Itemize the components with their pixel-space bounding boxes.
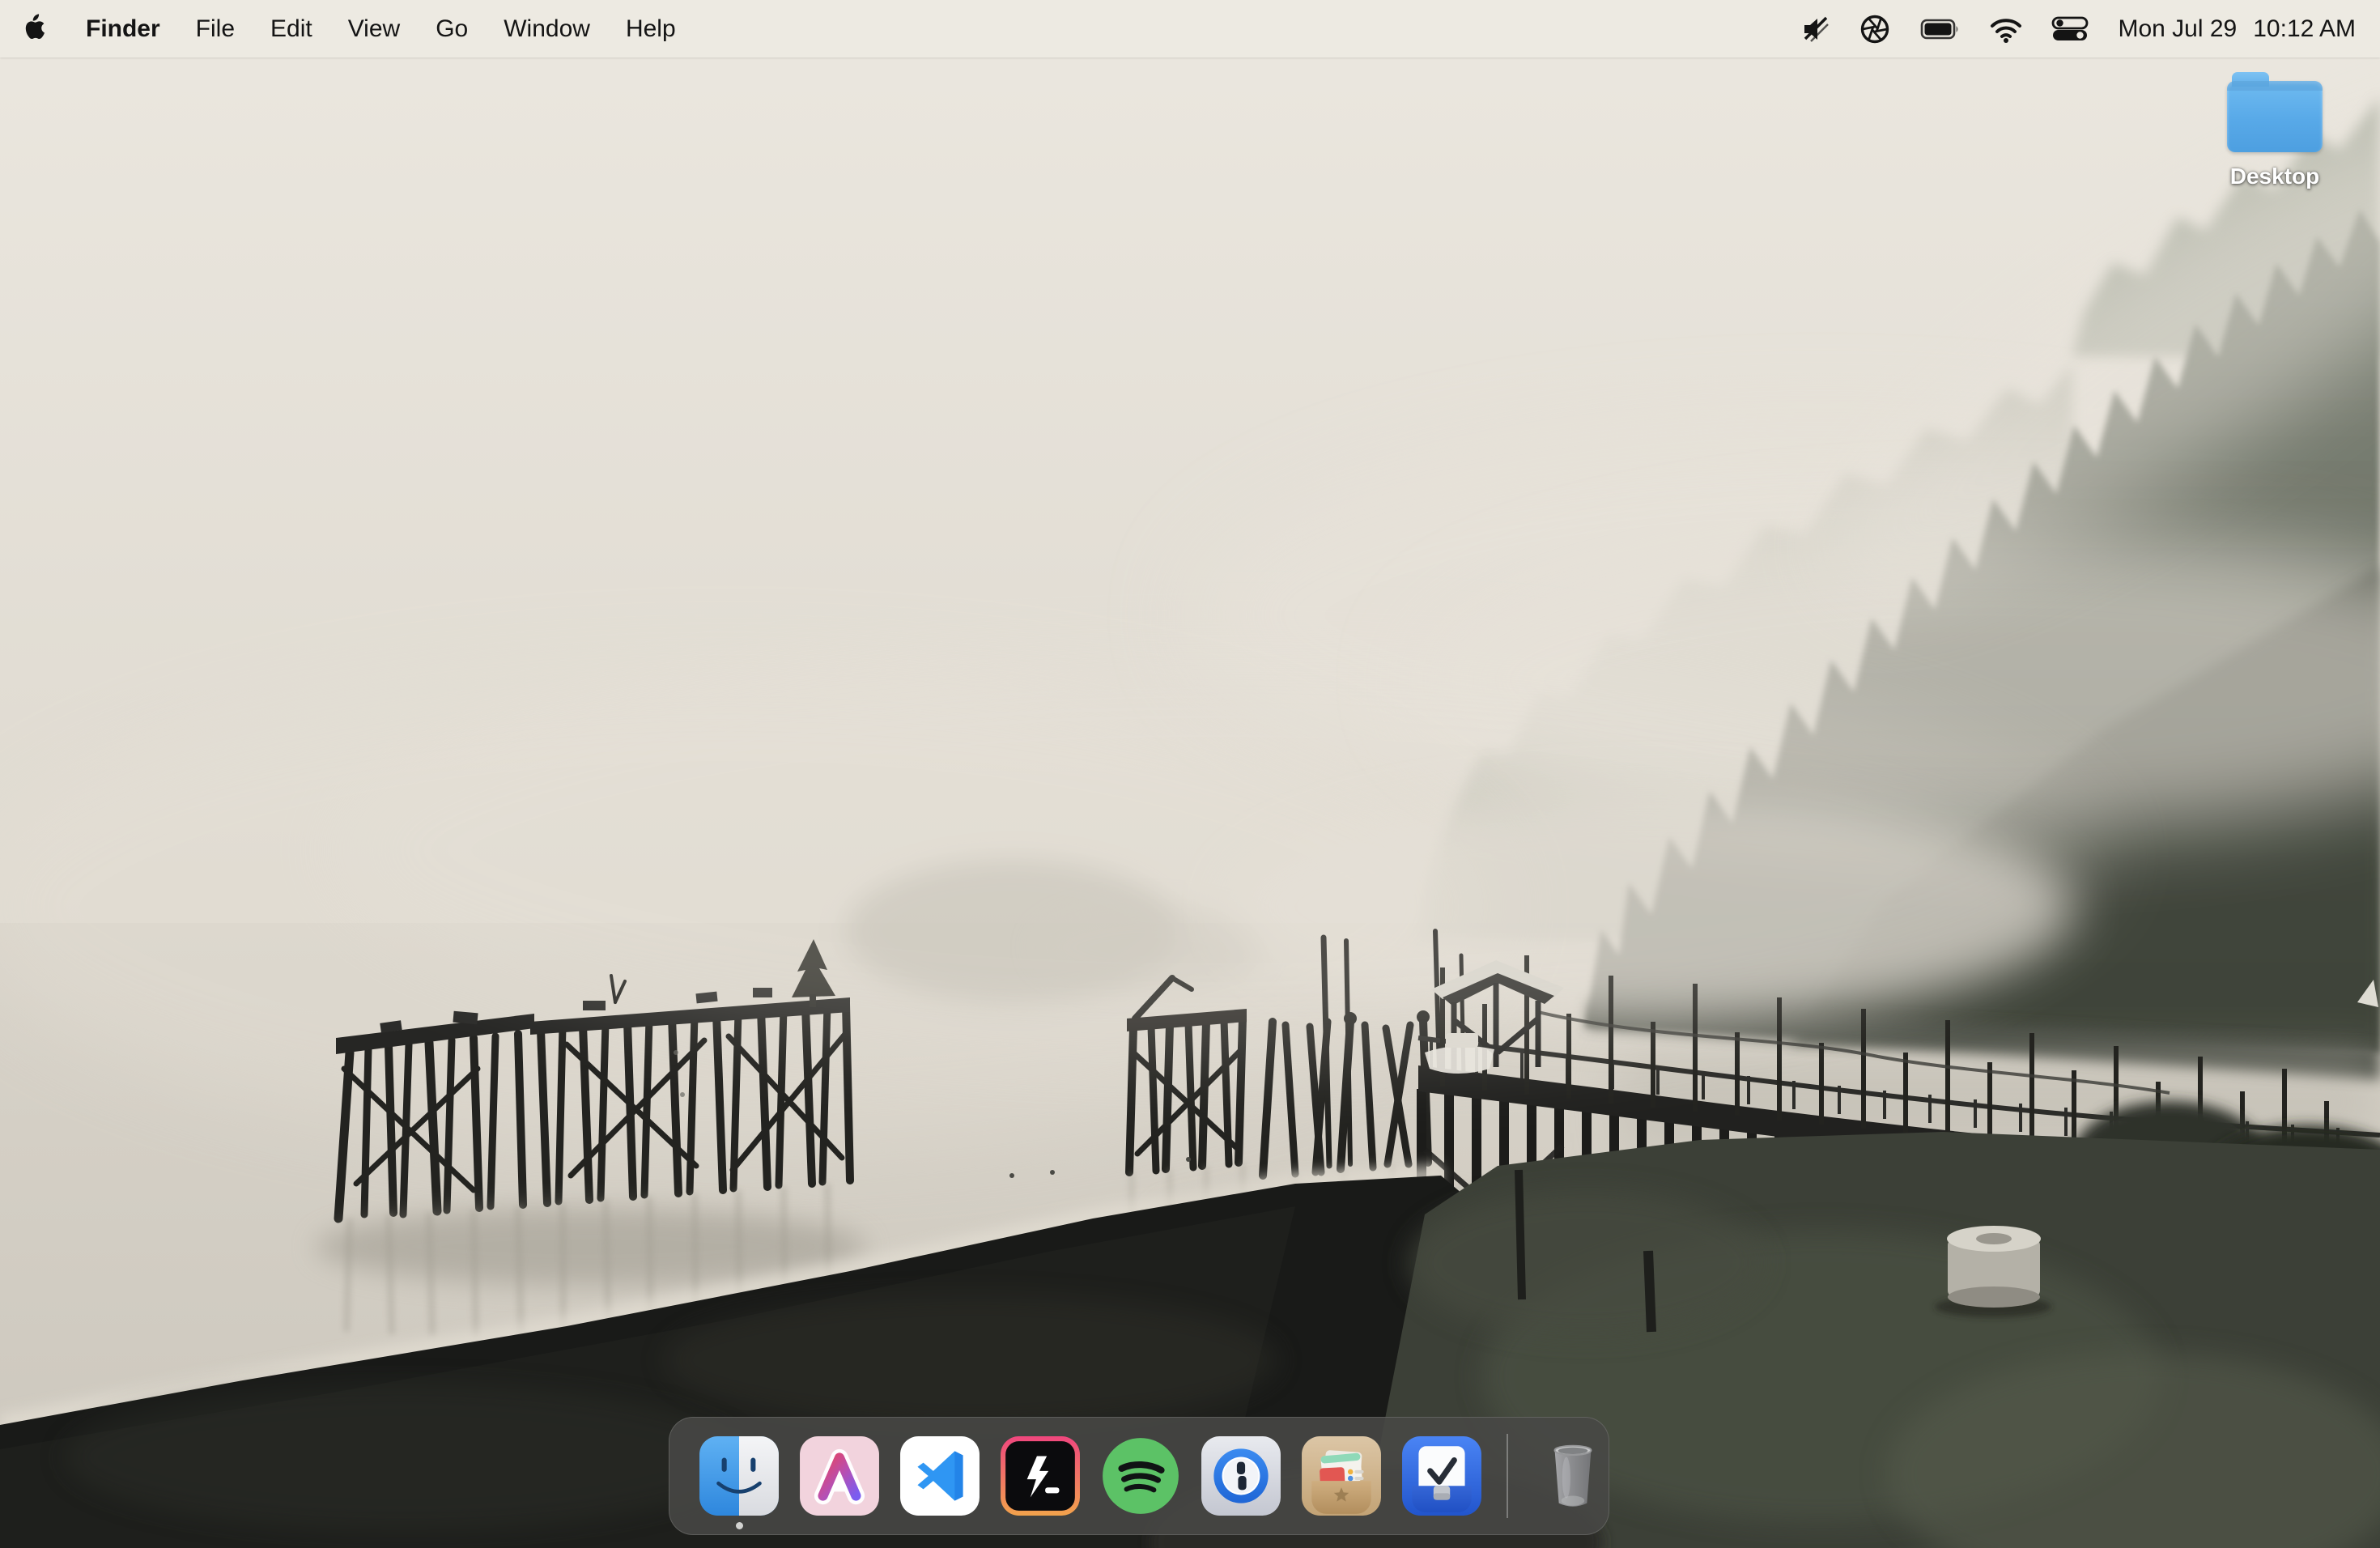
warp-terminal-icon: [999, 1435, 1082, 1517]
dock: [669, 1417, 1609, 1535]
card-file-box-icon: [1300, 1435, 1383, 1517]
menu-item-help[interactable]: Help: [624, 12, 678, 46]
dock-item-trash[interactable]: [1532, 1435, 1614, 1517]
desktop-icon-label: Desktop: [2230, 164, 2319, 189]
desktop-folder-icon[interactable]: Desktop: [2212, 81, 2338, 189]
menu-item-edit[interactable]: Edit: [269, 12, 314, 46]
clock-time: 10:12 AM: [2253, 15, 2356, 43]
control-center-icon[interactable]: [2051, 16, 2089, 42]
dock-item-vscode[interactable]: [899, 1435, 981, 1517]
dock-divider[interactable]: [1507, 1434, 1508, 1518]
menu-bar-left: Finder File Edit View Go Window Help: [21, 12, 678, 46]
battery-icon[interactable]: [1920, 18, 1961, 40]
vscode-icon: [899, 1435, 981, 1517]
dock-item-warp[interactable]: [999, 1435, 1082, 1517]
menu-bar-status: Mon Jul 29 10:12 AM: [1800, 13, 2359, 45]
trash-icon: [1532, 1435, 1614, 1517]
menu-item-window[interactable]: Window: [502, 12, 592, 46]
menu-item-finder[interactable]: Finder: [84, 12, 162, 46]
dock-item-1password[interactable]: [1200, 1435, 1282, 1517]
things-icon: [1400, 1435, 1483, 1517]
dock-item-arc[interactable]: [798, 1435, 881, 1517]
aperture-icon[interactable]: [1859, 13, 1891, 45]
dock-item-finder[interactable]: [698, 1435, 780, 1517]
arc-browser-icon: [798, 1435, 881, 1517]
folder-icon: [2227, 81, 2323, 152]
menu-bar-clock[interactable]: Mon Jul 29 10:12 AM: [2118, 15, 2359, 43]
apple-menu-icon[interactable]: [21, 13, 49, 45]
running-indicator-dot: [736, 1522, 743, 1529]
menu-bar: Finder File Edit View Go Window Help: [0, 0, 2380, 57]
wallpaper-image: [0, 0, 2380, 1548]
clock-date: Mon Jul 29: [2118, 15, 2237, 43]
menu-item-file[interactable]: File: [194, 12, 236, 46]
dock-item-card-file-box[interactable]: [1300, 1435, 1383, 1517]
dock-item-things[interactable]: [1400, 1435, 1483, 1517]
menu-item-view[interactable]: View: [346, 12, 402, 46]
muted-speaker-icon[interactable]: [1800, 15, 1830, 44]
spotify-icon: [1099, 1435, 1182, 1517]
macos-desktop: Finder File Edit View Go Window Help: [0, 0, 2380, 1548]
wifi-icon[interactable]: [1990, 15, 2022, 43]
finder-icon: [698, 1435, 780, 1517]
dock-item-spotify[interactable]: [1099, 1435, 1182, 1517]
one-password-icon: [1200, 1435, 1282, 1517]
menu-item-go[interactable]: Go: [434, 12, 470, 46]
